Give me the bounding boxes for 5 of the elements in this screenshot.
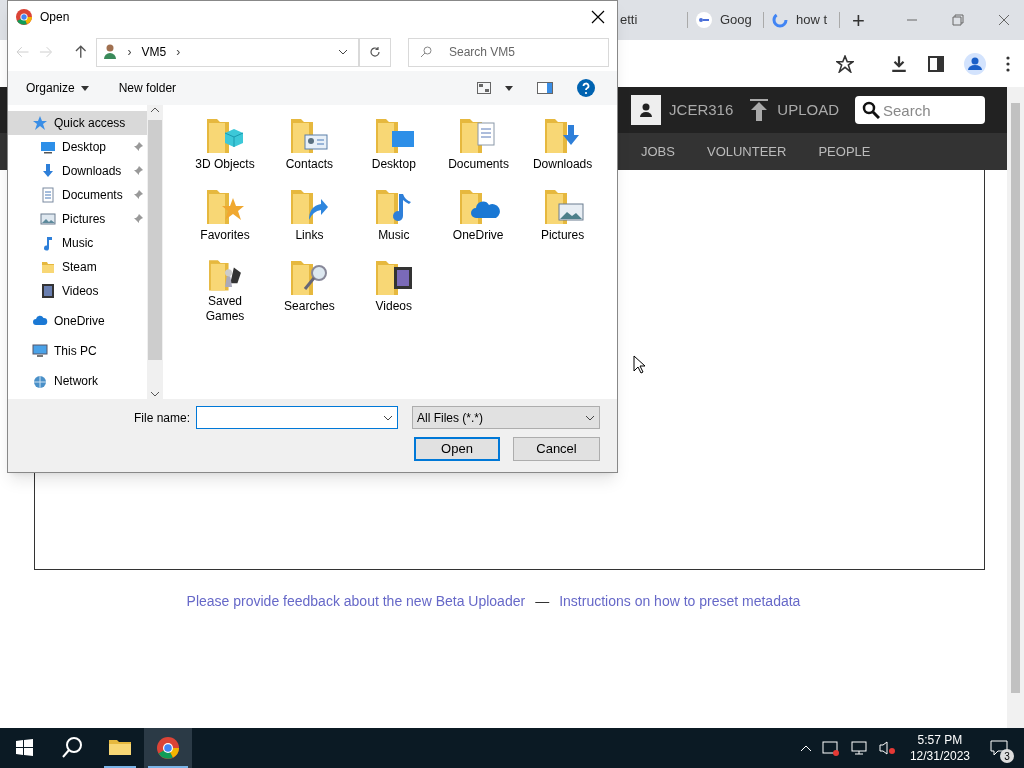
notification-count: 3 [1000,749,1014,763]
separator-dash: — [535,592,550,611]
breadcrumb-chevron: › [127,44,132,61]
file-name-label: File name: [133,409,190,427]
window-title: Open [40,9,71,26]
